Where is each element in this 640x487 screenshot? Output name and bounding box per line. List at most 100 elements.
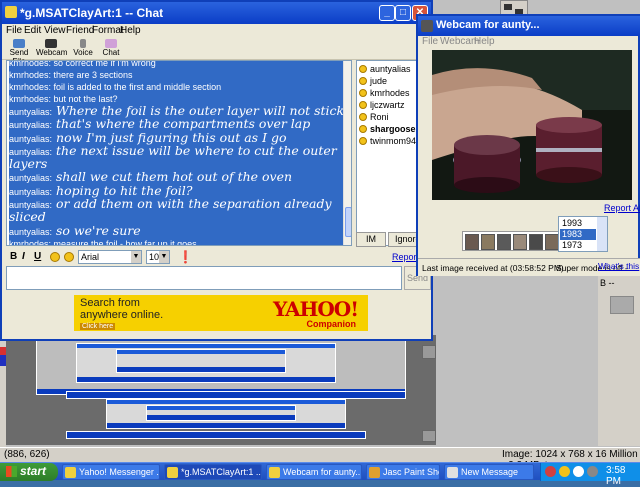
message-text: or add them on with the separation alrea… [56,196,332,212]
whats-this-link[interactable]: What's this [598,261,639,271]
viewer-avatar[interactable] [481,234,495,250]
taskbar-button[interactable]: New Message [444,464,534,480]
webcam-viewer-thumbnails [462,231,562,251]
webcam-window: Webcam for aunty... File Webcam Help Rep… [416,14,640,276]
taskbar-button[interactable]: Jasc Paint Shop Pro... [366,464,440,480]
psp-thumb-icon[interactable] [422,430,436,442]
menu-friend[interactable]: Friend [66,25,94,36]
user-status-icon [359,125,367,133]
yahoo-tray-icon[interactable] [559,466,570,477]
webcam-icon [45,39,57,48]
taskbar-app-icon [369,467,380,478]
chat-message: kmrhodes: there are 3 sections [9,69,345,81]
emoticon-icon[interactable] [50,252,60,262]
maximize-button[interactable]: □ [395,5,411,21]
taskbar-button[interactable]: *g.MSATClayArt:1 ... [164,464,262,480]
im-button[interactable]: IM [356,232,386,247]
webcam-title: Webcam for aunty... [436,19,540,31]
tray-icon[interactable] [545,466,556,477]
yahoo-smiley-icon [5,6,17,18]
message-sender: auntyalias: [9,186,53,197]
viewer-avatar[interactable] [529,234,543,250]
year-item-selected[interactable]: 1983 [560,229,596,240]
chat-title-bar[interactable]: *g.MSATClayArt:1 -- Chat _ □ ✕ [2,2,431,24]
network-tray-icon[interactable] [573,466,584,477]
webcam-menu-help[interactable]: Help [474,36,495,47]
audible-icon[interactable] [64,252,74,262]
taskbar-button[interactable]: Yahoo! Messenger ... [62,464,160,480]
voice-icon [80,39,86,48]
psp-close-thumb-icon[interactable] [422,345,436,359]
taskbar-app-icon [167,467,178,478]
voice-label: Voice [73,48,93,57]
menu-help[interactable]: Help [120,25,141,36]
psp-status-bar: (886, 626) Image: 1024 x 768 x 16 Millio… [0,447,640,471]
windows-taskbar: start Yahoo! Messenger ... *g.MSATClayArt… [0,462,640,487]
year-item[interactable]: 1973 [560,240,596,251]
year-list-scrollbar[interactable] [597,217,607,251]
user-status-icon [359,65,367,73]
user-status-icon [359,113,367,121]
user-name: jude [370,76,388,86]
viewer-avatar[interactable] [545,234,559,250]
chat-label: Chat [102,48,120,57]
voice-button[interactable]: Voice [68,38,98,60]
user-list-item[interactable]: shargoose [359,124,416,136]
viewer-avatar[interactable] [513,234,527,250]
webcam-image [432,50,632,200]
chat-toolbar: Send File Webcam Voice Chat [2,38,431,66]
chat-menu-bar: File Edit View Friend Format Help [2,24,431,38]
yahoo-companion-ad[interactable]: Search from anywhere online. Click here Y… [74,295,368,331]
menu-edit[interactable]: Edit [24,25,41,36]
italic-button[interactable]: I [22,251,25,262]
menu-view[interactable]: View [44,25,66,36]
chat-message: kmrhodes: measure the foil - how far up … [9,237,345,245]
webcam-menu-file[interactable]: File [422,36,438,47]
webcam-report-abuse-link[interactable]: Report Abu [604,203,640,213]
webcam-button[interactable]: Webcam [36,38,67,60]
transcript-scrollbar[interactable] [343,61,351,245]
user-list-item[interactable]: jude [359,76,387,88]
font-size-select[interactable]: 10 ▼ [146,250,170,264]
menu-format[interactable]: Format [92,25,124,36]
user-name: kmrhodes [370,88,410,98]
taskbar-button[interactable]: Webcam for aunty... [266,464,362,480]
year-item[interactable]: 1993 [560,218,596,229]
user-list-item[interactable]: Roni [359,112,389,124]
viewer-avatar[interactable] [465,234,479,250]
message-input[interactable] [6,266,402,290]
user-list-item[interactable]: auntyalias [359,64,411,76]
webcam-title-bar[interactable]: Webcam for aunty... [418,16,640,36]
ad-cta[interactable]: Click here [80,323,116,330]
user-list-item[interactable]: kmrhodes [359,88,410,100]
underline-button[interactable]: U [34,251,41,262]
user-name: shargoose [370,124,416,134]
year-list[interactable]: 1993 1983 1973 [558,216,608,252]
start-button[interactable]: start [0,463,58,481]
send-file-button[interactable]: Send File [4,38,34,66]
transcript-scroll-thumb[interactable] [345,207,351,237]
taskbar-button-label: *g.MSATClayArt:1 ... [181,467,262,477]
envelope-icon[interactable] [610,296,634,314]
format-toolbar: B I U Arial ▼ 10 ▼ ❗ [6,249,351,265]
bold-button[interactable]: B [10,251,17,262]
chat-transcript[interactable]: kmrhodes: so correct me if i'm wrong kmrh… [6,60,352,246]
font-select[interactable]: Arial ▼ [78,250,142,264]
minimize-button[interactable]: _ [379,5,395,21]
webcam-video-feed [432,50,632,200]
user-status-icon [359,137,367,145]
user-name: auntyalias [370,64,411,74]
menu-file[interactable]: File [6,25,22,36]
taskbar-button-label: Webcam for aunty... [283,467,362,477]
volume-tray-icon[interactable] [587,466,598,477]
psp-side-panel: B -- [598,270,640,446]
user-list-item[interactable]: ljczwartz [359,100,405,112]
ad-line-1: Search from [80,297,140,309]
user-status-icon [359,101,367,109]
taskbar-app-icon [269,467,280,478]
chat-button[interactable]: Chat [96,38,126,60]
color-picker-icon[interactable]: ❗ [178,250,193,264]
psp-image-canvas[interactable] [6,335,436,445]
viewer-avatar[interactable] [497,234,511,250]
taskbar-app-icon [447,467,458,478]
